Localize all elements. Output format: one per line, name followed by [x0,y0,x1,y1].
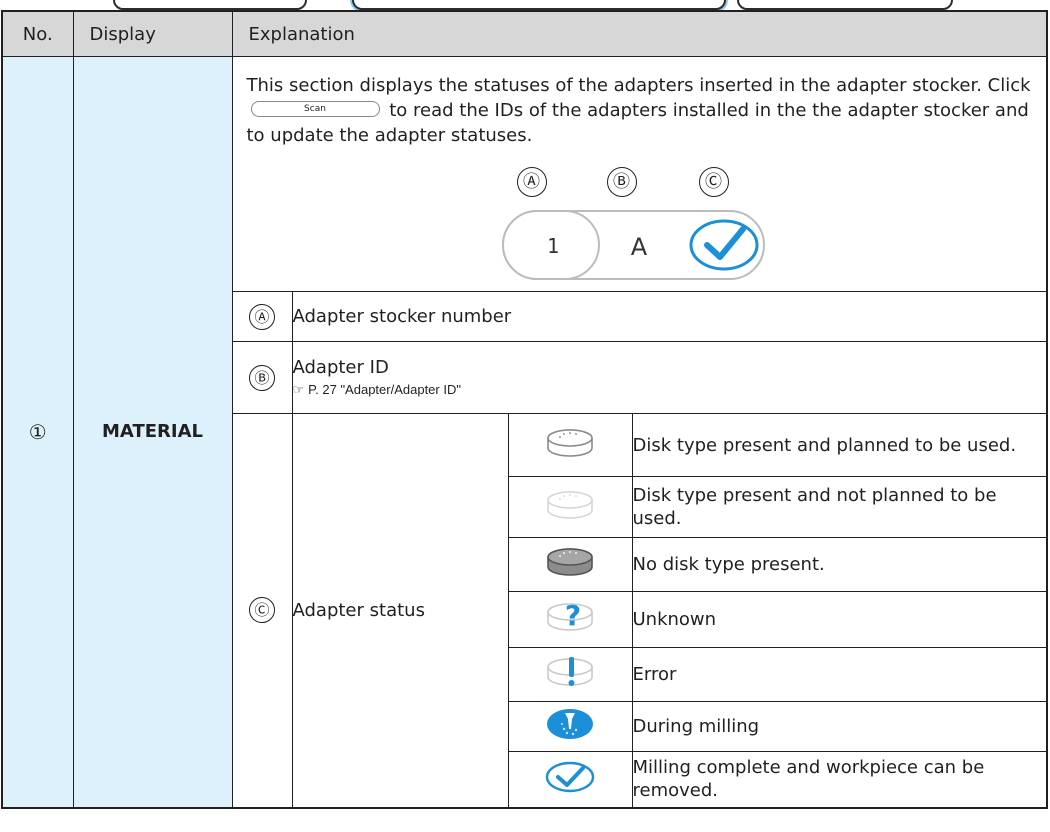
complete-check-icon [507,751,633,808]
scan-button[interactable]: Scan [250,101,380,117]
item-marker-cell: Ⓐ [231,291,293,342]
header-display: Display [72,10,233,57]
status-description: Milling complete and workpiece can be re… [631,751,1048,808]
diagram-markers: Ⓐ Ⓑ Ⓒ [516,167,767,197]
item-label: Adapter stocker number [291,291,1048,342]
item-marker: Ⓒ [249,597,275,624]
no-disk-icon [507,537,633,592]
status-description: Disk type present and planned to be used… [631,413,1048,477]
header-no: No. [1,10,74,57]
item-marker: Ⓐ [249,303,275,330]
slot-number: 1 [546,234,558,258]
check-icon [689,219,758,271]
page-reference: ☞ P. 27 "Adapter/Adapter ID" [293,382,1047,398]
item-label: Adapter status [291,413,509,808]
status-description: Unknown [631,591,1048,648]
error-icon [507,647,633,702]
top-tab-highlighted [352,0,726,10]
top-tab-strip [0,0,1050,10]
status-description: Error [631,647,1048,702]
header-explanation: Explanation [231,10,1048,57]
intro-row: ① MATERIAL This section displays the sta… [1,56,1048,808]
disk-not-planned-icon [507,476,633,538]
item-marker-cell: Ⓒ [231,413,293,808]
status-description: Disk type present and not planned to be … [631,476,1048,538]
unknown-icon: ? [507,591,633,648]
table-header-row: No. Display Explanation [1,10,1048,57]
marker-b: Ⓑ [606,167,637,197]
row-display-name: MATERIAL [72,56,233,808]
item-marker: Ⓑ [249,364,275,391]
item-label: Adapter ID [292,357,389,378]
slot-id: A [630,233,647,261]
disk-planned-icon [507,413,633,477]
status-description: No disk type present. [631,537,1048,592]
page-reference-text: P. 27 "Adapter/Adapter ID" [308,382,461,397]
top-tab [113,0,307,10]
item-cell: Adapter ID ☞ P. 27 "Adapter/Adapter ID" [291,341,1048,414]
marker-c: Ⓒ [698,167,729,197]
explanation-table: No. Display Explanation ① MATERIAL This … [1,10,1049,809]
top-tab [737,0,953,10]
intro-cell: This section displays the statuses of th… [231,56,1048,292]
marker-a: Ⓐ [516,167,547,197]
status-description: During milling [631,701,1048,752]
intro-text: This section displays the statuses of th… [246,75,1031,96]
adapter-slot-diagram: 1 A [501,210,765,280]
milling-icon [507,701,633,752]
svg-text:?: ? [565,599,581,632]
item-marker-cell: Ⓑ [231,341,293,414]
row-number: ① [1,56,74,808]
pointing-hand-icon: ☞ [292,382,305,397]
